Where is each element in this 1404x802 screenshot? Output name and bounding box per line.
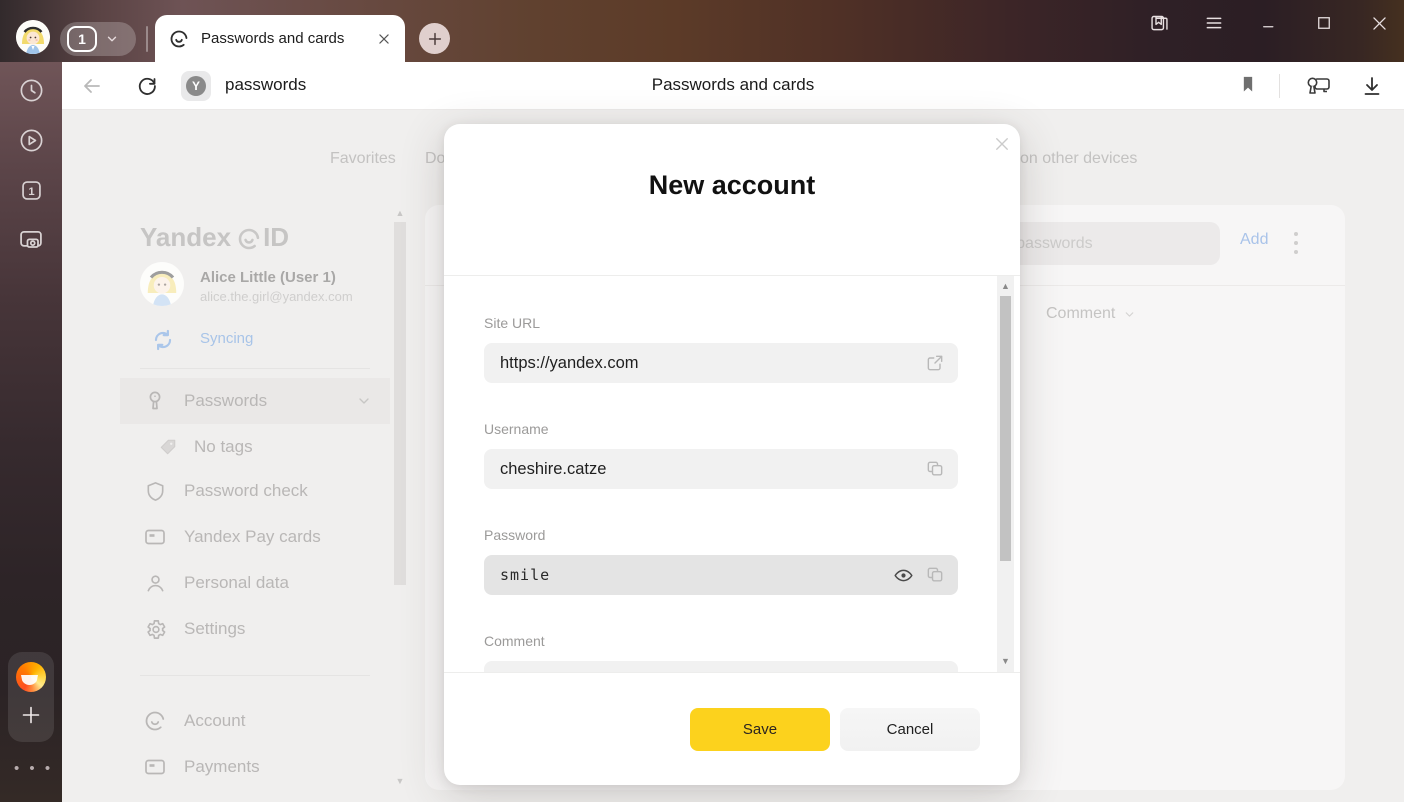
titlebar-divider bbox=[146, 26, 148, 52]
scroll-down-icon[interactable]: ▼ bbox=[393, 777, 407, 786]
panel-scrollbar[interactable]: ▲ ▼ bbox=[393, 205, 407, 790]
copy-icon[interactable] bbox=[924, 564, 946, 586]
chevron-down-icon bbox=[105, 32, 119, 46]
comment-label: Comment bbox=[484, 633, 958, 649]
new-tab-plus-icon[interactable] bbox=[17, 698, 45, 732]
browser-window: 1 Passwords and cards bbox=[0, 0, 1404, 802]
username-label: Username bbox=[484, 421, 958, 437]
scrollbar-thumb[interactable] bbox=[1000, 296, 1011, 561]
scrollbar-thumb[interactable] bbox=[394, 222, 406, 585]
modal-title: New account bbox=[444, 170, 1020, 201]
tab-count-badge: 1 bbox=[67, 26, 97, 52]
svg-text:1: 1 bbox=[28, 186, 34, 198]
tab-close-icon[interactable] bbox=[377, 32, 391, 46]
person-icon bbox=[142, 572, 168, 595]
browser-tab-passwords[interactable]: Passwords and cards bbox=[155, 15, 405, 62]
scroll-up-icon[interactable]: ▲ bbox=[393, 209, 407, 218]
tab-counter[interactable]: 1 bbox=[60, 22, 136, 56]
new-tab-button[interactable] bbox=[419, 23, 450, 54]
sync-status[interactable]: Syncing bbox=[200, 330, 253, 347]
panel-divider bbox=[140, 675, 370, 676]
download-icon[interactable] bbox=[1360, 74, 1384, 98]
modal-form: Site URL Username bbox=[444, 276, 1020, 672]
save-button[interactable]: Save bbox=[690, 708, 830, 751]
toolbar-divider bbox=[1279, 74, 1280, 98]
yandex-browser-logo[interactable] bbox=[16, 662, 46, 692]
menu-item-password-check[interactable]: Password check bbox=[120, 468, 390, 514]
credit-card-icon bbox=[142, 525, 168, 549]
close-icon[interactable] bbox=[993, 135, 1011, 153]
menu-item-no-tags[interactable]: No tags bbox=[120, 424, 390, 470]
menu-item-account[interactable]: Account bbox=[120, 698, 390, 744]
tab-title: Passwords and cards bbox=[201, 30, 377, 47]
chevron-down-icon bbox=[1123, 308, 1136, 321]
tabs-icon[interactable]: 1 bbox=[17, 176, 45, 204]
address-toolbar: Y passwords Passwords and cards bbox=[62, 62, 1404, 110]
user-avatar bbox=[140, 262, 184, 306]
eye-icon[interactable] bbox=[892, 564, 914, 586]
more-dots-icon[interactable]: • • • bbox=[14, 760, 53, 777]
site-url-field-box bbox=[484, 343, 958, 383]
history-icon[interactable] bbox=[17, 76, 45, 104]
cancel-button[interactable]: Cancel bbox=[840, 708, 980, 751]
username-field-box bbox=[484, 449, 958, 489]
password-input[interactable] bbox=[484, 555, 958, 595]
passwords-side-panel: Yandex ID bbox=[120, 205, 390, 790]
column-header-comment[interactable]: Comment bbox=[1046, 305, 1136, 323]
panel-divider bbox=[140, 368, 370, 369]
yandex-id-smile-icon bbox=[169, 29, 189, 49]
page-title: Passwords and cards bbox=[62, 75, 1404, 95]
site-url-input[interactable] bbox=[484, 343, 958, 383]
copy-icon[interactable] bbox=[924, 458, 946, 480]
tab-other-devices[interactable]: on other devices bbox=[1020, 150, 1137, 168]
tab-favorites[interactable]: Favorites bbox=[330, 150, 396, 168]
scroll-down-icon[interactable]: ▼ bbox=[997, 657, 1014, 666]
tag-icon bbox=[158, 438, 178, 456]
menu-item-passwords[interactable]: Passwords bbox=[120, 378, 390, 424]
external-link-icon[interactable] bbox=[924, 352, 946, 374]
browser-sidebar: 1 • • • bbox=[0, 62, 62, 802]
side-panels-icon[interactable] bbox=[1148, 12, 1170, 34]
yandex-id-smile-icon bbox=[237, 227, 261, 251]
add-button[interactable]: Add bbox=[1240, 231, 1268, 249]
tab-downloads[interactable]: Do bbox=[425, 150, 445, 168]
shield-icon bbox=[142, 480, 168, 503]
user-name: Alice Little (User 1) bbox=[200, 269, 336, 286]
profile-avatar[interactable] bbox=[16, 20, 50, 54]
modal-footer: Save Cancel bbox=[444, 672, 1020, 785]
minimize-icon[interactable] bbox=[1258, 12, 1280, 34]
maximize-icon[interactable] bbox=[1313, 12, 1335, 34]
modal-scrollbar[interactable]: ▲ ▼ bbox=[997, 276, 1014, 672]
bookmark-icon[interactable] bbox=[1238, 74, 1258, 94]
username-input[interactable] bbox=[484, 449, 958, 489]
site-url-label: Site URL bbox=[484, 315, 958, 331]
yandex-id-smile-icon bbox=[142, 709, 168, 733]
screenshot-icon[interactable] bbox=[17, 226, 45, 254]
password-manager-icon[interactable] bbox=[1304, 72, 1332, 98]
chevron-down-icon bbox=[356, 393, 372, 409]
sync-icon bbox=[150, 327, 176, 353]
menu-item-personal-data[interactable]: Personal data bbox=[120, 560, 390, 606]
gear-icon bbox=[142, 618, 168, 641]
user-email: alice.the.girl@yandex.com bbox=[200, 289, 353, 304]
comment-field-box bbox=[484, 661, 958, 672]
password-label: Password bbox=[484, 527, 958, 543]
scroll-up-icon[interactable]: ▲ bbox=[997, 282, 1014, 291]
kebab-menu-icon[interactable] bbox=[1287, 224, 1307, 262]
window-titlebar: 1 Passwords and cards bbox=[0, 0, 1404, 62]
key-icon bbox=[142, 389, 168, 413]
menu-item-settings[interactable]: Settings bbox=[120, 606, 390, 652]
menu-hamburger-icon[interactable] bbox=[1203, 12, 1225, 34]
comment-input[interactable] bbox=[484, 661, 958, 672]
player-icon[interactable] bbox=[17, 126, 45, 154]
yandex-id-logo: Yandex ID bbox=[140, 222, 289, 253]
new-account-modal: New account Site URL Username bbox=[444, 124, 1020, 785]
menu-item-yandex-pay-cards[interactable]: Yandex Pay cards bbox=[120, 514, 390, 560]
menu-item-payments[interactable]: Payments bbox=[120, 744, 390, 790]
sidebar-browser-card bbox=[8, 652, 54, 742]
password-field-box bbox=[484, 555, 958, 595]
close-window-icon[interactable] bbox=[1368, 12, 1390, 34]
credit-card-icon bbox=[142, 755, 168, 779]
